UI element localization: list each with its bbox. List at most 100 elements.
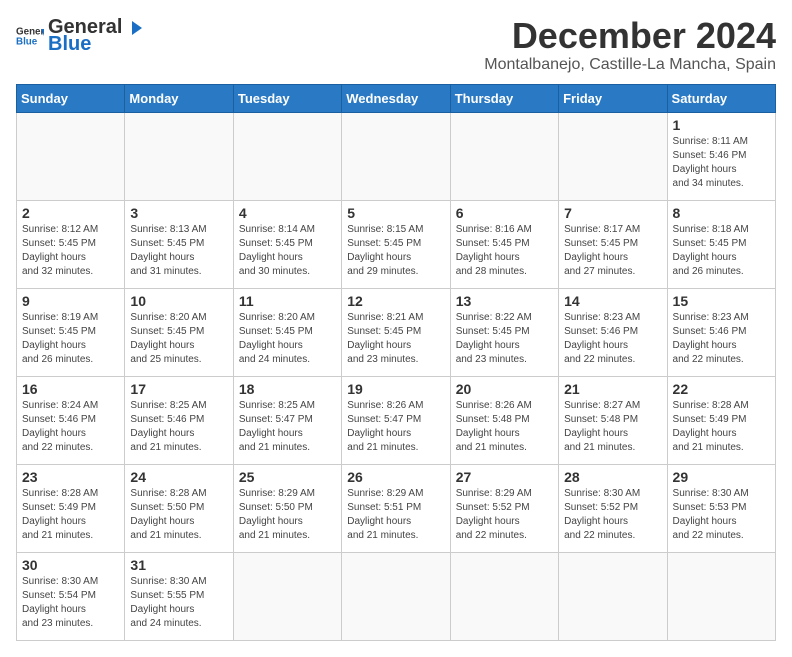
calendar-cell <box>559 112 667 200</box>
calendar-cell: 29 Sunrise: 8:30 AMSunset: 5:53 PMDaylig… <box>667 464 775 552</box>
calendar-cell <box>233 112 341 200</box>
calendar-cell: 6 Sunrise: 8:16 AMSunset: 5:45 PMDayligh… <box>450 200 558 288</box>
calendar-cell: 30 Sunrise: 8:30 AMSunset: 5:54 PMDaylig… <box>17 552 125 640</box>
day-number: 13 <box>456 293 553 309</box>
day-number: 8 <box>673 205 770 221</box>
day-info: Sunrise: 8:20 AMSunset: 5:45 PMDaylight … <box>130 312 206 365</box>
day-info: Sunrise: 8:19 AMSunset: 5:45 PMDaylight … <box>22 312 98 365</box>
calendar-cell <box>17 112 125 200</box>
day-info: Sunrise: 8:23 AMSunset: 5:46 PMDaylight … <box>673 312 749 365</box>
logo: General Blue General Blue <box>16 16 146 56</box>
day-number: 12 <box>347 293 444 309</box>
calendar-cell: 24 Sunrise: 8:28 AMSunset: 5:50 PMDaylig… <box>125 464 233 552</box>
calendar-cell: 31 Sunrise: 8:30 AMSunset: 5:55 PMDaylig… <box>125 552 233 640</box>
day-info: Sunrise: 8:11 AMSunset: 5:46 PMDaylight … <box>673 136 748 189</box>
day-number: 16 <box>22 381 119 397</box>
day-info: Sunrise: 8:29 AMSunset: 5:52 PMDaylight … <box>456 488 532 541</box>
calendar-cell: 10 Sunrise: 8:20 AMSunset: 5:45 PMDaylig… <box>125 288 233 376</box>
calendar-cell <box>342 552 450 640</box>
calendar-cell <box>450 552 558 640</box>
day-info: Sunrise: 8:20 AMSunset: 5:45 PMDaylight … <box>239 312 315 365</box>
header-wednesday: Wednesday <box>342 84 450 112</box>
day-number: 15 <box>673 293 770 309</box>
day-info: Sunrise: 8:14 AMSunset: 5:45 PMDaylight … <box>239 224 315 277</box>
day-info: Sunrise: 8:23 AMSunset: 5:46 PMDaylight … <box>564 312 640 365</box>
calendar-cell: 1 Sunrise: 8:11 AMSunset: 5:46 PMDayligh… <box>667 112 775 200</box>
day-number: 19 <box>347 381 444 397</box>
day-number: 27 <box>456 469 553 485</box>
calendar-cell <box>450 112 558 200</box>
day-info: Sunrise: 8:16 AMSunset: 5:45 PMDaylight … <box>456 224 532 277</box>
day-info: Sunrise: 8:24 AMSunset: 5:46 PMDaylight … <box>22 400 98 453</box>
day-number: 1 <box>673 117 770 133</box>
header-saturday: Saturday <box>667 84 775 112</box>
calendar-cell: 7 Sunrise: 8:17 AMSunset: 5:45 PMDayligh… <box>559 200 667 288</box>
calendar-cell: 4 Sunrise: 8:14 AMSunset: 5:45 PMDayligh… <box>233 200 341 288</box>
calendar-cell: 15 Sunrise: 8:23 AMSunset: 5:46 PMDaylig… <box>667 288 775 376</box>
day-info: Sunrise: 8:28 AMSunset: 5:49 PMDaylight … <box>673 400 749 453</box>
day-info: Sunrise: 8:26 AMSunset: 5:48 PMDaylight … <box>456 400 532 453</box>
day-number: 31 <box>130 557 227 573</box>
calendar-cell: 13 Sunrise: 8:22 AMSunset: 5:45 PMDaylig… <box>450 288 558 376</box>
day-info: Sunrise: 8:12 AMSunset: 5:45 PMDaylight … <box>22 224 98 277</box>
day-number: 29 <box>673 469 770 485</box>
calendar-cell: 27 Sunrise: 8:29 AMSunset: 5:52 PMDaylig… <box>450 464 558 552</box>
header-tuesday: Tuesday <box>233 84 341 112</box>
header-monday: Monday <box>125 84 233 112</box>
header-friday: Friday <box>559 84 667 112</box>
location-title: Montalbanejo, Castille-La Mancha, Spain <box>484 56 776 74</box>
calendar-cell: 22 Sunrise: 8:28 AMSunset: 5:49 PMDaylig… <box>667 376 775 464</box>
day-number: 21 <box>564 381 661 397</box>
day-info: Sunrise: 8:27 AMSunset: 5:48 PMDaylight … <box>564 400 640 453</box>
day-info: Sunrise: 8:25 AMSunset: 5:47 PMDaylight … <box>239 400 315 453</box>
weekday-header-row: Sunday Monday Tuesday Wednesday Thursday… <box>17 84 776 112</box>
calendar-row: 9 Sunrise: 8:19 AMSunset: 5:45 PMDayligh… <box>17 288 776 376</box>
day-number: 14 <box>564 293 661 309</box>
day-info: Sunrise: 8:30 AMSunset: 5:53 PMDaylight … <box>673 488 749 541</box>
calendar-cell: 9 Sunrise: 8:19 AMSunset: 5:45 PMDayligh… <box>17 288 125 376</box>
day-number: 24 <box>130 469 227 485</box>
calendar-cell: 28 Sunrise: 8:30 AMSunset: 5:52 PMDaylig… <box>559 464 667 552</box>
month-title: December 2024 <box>484 16 776 56</box>
day-info: Sunrise: 8:17 AMSunset: 5:45 PMDaylight … <box>564 224 640 277</box>
calendar-cell <box>233 552 341 640</box>
calendar-row: 23 Sunrise: 8:28 AMSunset: 5:49 PMDaylig… <box>17 464 776 552</box>
day-info: Sunrise: 8:22 AMSunset: 5:45 PMDaylight … <box>456 312 532 365</box>
day-info: Sunrise: 8:25 AMSunset: 5:46 PMDaylight … <box>130 400 206 453</box>
logo-icon: General Blue <box>16 22 44 50</box>
day-info: Sunrise: 8:26 AMSunset: 5:47 PMDaylight … <box>347 400 423 453</box>
day-number: 2 <box>22 205 119 221</box>
calendar-row: 2 Sunrise: 8:12 AMSunset: 5:45 PMDayligh… <box>17 200 776 288</box>
header: General Blue General Blue December 2024 … <box>16 16 776 74</box>
day-number: 17 <box>130 381 227 397</box>
day-number: 20 <box>456 381 553 397</box>
calendar-row: 30 Sunrise: 8:30 AMSunset: 5:54 PMDaylig… <box>17 552 776 640</box>
title-area: December 2024 Montalbanejo, Castille-La … <box>484 16 776 74</box>
day-info: Sunrise: 8:21 AMSunset: 5:45 PMDaylight … <box>347 312 423 365</box>
svg-text:Blue: Blue <box>16 36 38 47</box>
calendar-cell: 2 Sunrise: 8:12 AMSunset: 5:45 PMDayligh… <box>17 200 125 288</box>
calendar-cell <box>667 552 775 640</box>
day-number: 18 <box>239 381 336 397</box>
calendar-cell: 8 Sunrise: 8:18 AMSunset: 5:45 PMDayligh… <box>667 200 775 288</box>
calendar-cell: 11 Sunrise: 8:20 AMSunset: 5:45 PMDaylig… <box>233 288 341 376</box>
calendar-cell: 16 Sunrise: 8:24 AMSunset: 5:46 PMDaylig… <box>17 376 125 464</box>
calendar-cell: 17 Sunrise: 8:25 AMSunset: 5:46 PMDaylig… <box>125 376 233 464</box>
day-info: Sunrise: 8:28 AMSunset: 5:49 PMDaylight … <box>22 488 98 541</box>
day-number: 28 <box>564 469 661 485</box>
day-number: 7 <box>564 205 661 221</box>
day-info: Sunrise: 8:29 AMSunset: 5:50 PMDaylight … <box>239 488 315 541</box>
calendar-cell: 12 Sunrise: 8:21 AMSunset: 5:45 PMDaylig… <box>342 288 450 376</box>
calendar-cell: 5 Sunrise: 8:15 AMSunset: 5:45 PMDayligh… <box>342 200 450 288</box>
calendar-cell: 23 Sunrise: 8:28 AMSunset: 5:49 PMDaylig… <box>17 464 125 552</box>
day-info: Sunrise: 8:29 AMSunset: 5:51 PMDaylight … <box>347 488 423 541</box>
calendar-cell: 19 Sunrise: 8:26 AMSunset: 5:47 PMDaylig… <box>342 376 450 464</box>
day-number: 6 <box>456 205 553 221</box>
calendar-cell: 21 Sunrise: 8:27 AMSunset: 5:48 PMDaylig… <box>559 376 667 464</box>
header-thursday: Thursday <box>450 84 558 112</box>
calendar-cell: 3 Sunrise: 8:13 AMSunset: 5:45 PMDayligh… <box>125 200 233 288</box>
day-number: 11 <box>239 293 336 309</box>
calendar-cell <box>342 112 450 200</box>
calendar-cell: 20 Sunrise: 8:26 AMSunset: 5:48 PMDaylig… <box>450 376 558 464</box>
day-info: Sunrise: 8:15 AMSunset: 5:45 PMDaylight … <box>347 224 423 277</box>
